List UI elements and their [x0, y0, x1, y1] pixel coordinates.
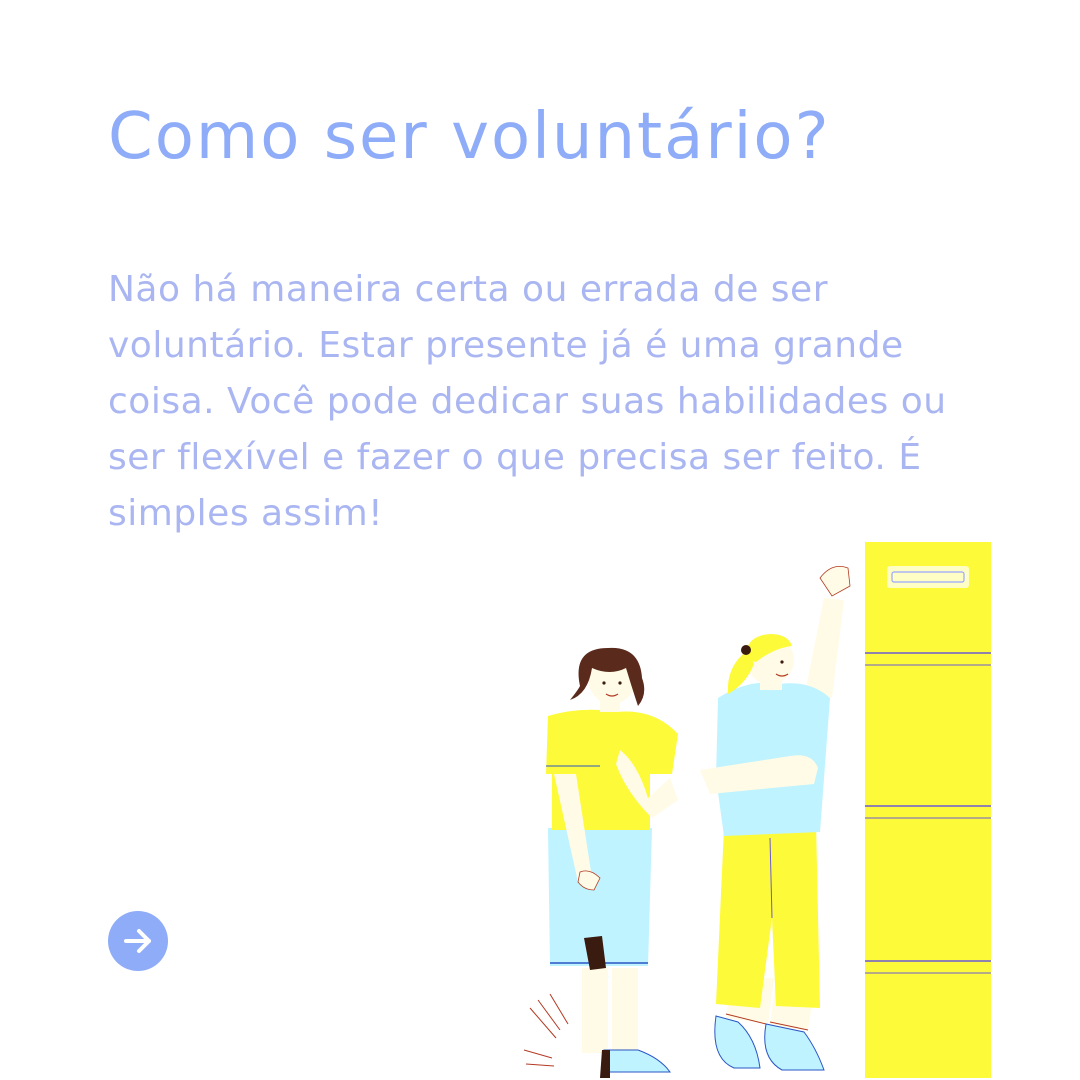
woman-figure: [523, 647, 678, 1078]
intro-paragraph: Não há maneira certa ou errada de ser vo…: [108, 269, 947, 534]
volunteers-illustration: [523, 542, 991, 1078]
page-title: Como ser voluntário?: [108, 100, 831, 174]
arrow-right-icon: [124, 929, 151, 953]
next-button[interactable]: [108, 911, 168, 971]
ponytail-woman-figure: [700, 565, 851, 1071]
locker-cabinet: [865, 542, 991, 1078]
